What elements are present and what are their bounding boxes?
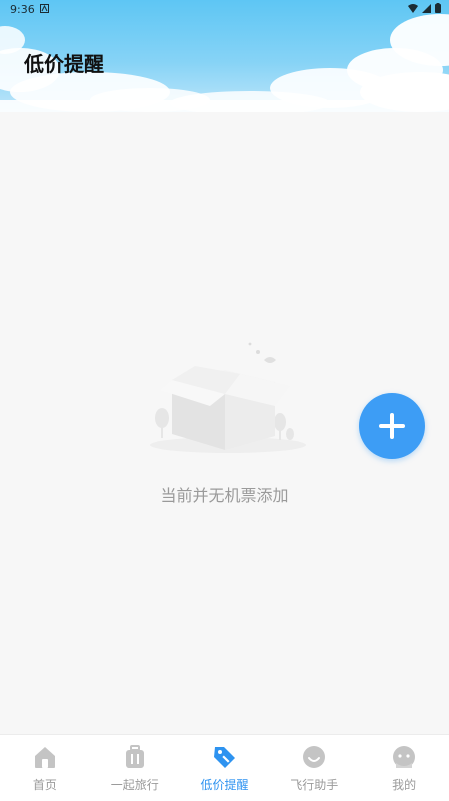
header: 9:36 低价提醒 (0, 0, 449, 112)
notification-icon (40, 4, 49, 13)
profile-face-icon (393, 746, 416, 768)
tab-travel-together[interactable]: 一起旅行 (90, 735, 180, 801)
tab-flight-assistant[interactable]: 飞行助手 (269, 735, 359, 801)
battery-icon (435, 3, 441, 13)
tab-mine[interactable]: 我的 (359, 735, 449, 801)
bottom-tab-bar: 首页 一起旅行 低价提醒 飞行助手 我的 (0, 734, 449, 801)
plus-icon (379, 413, 405, 439)
wifi-icon (408, 3, 418, 13)
empty-state-message: 当前并无机票添加 (160, 486, 289, 505)
empty-box-illustration (150, 342, 306, 453)
add-ticket-button[interactable] (359, 393, 425, 459)
luggage-icon (125, 745, 144, 768)
tab-price-alert[interactable]: 低价提醒 (180, 735, 270, 801)
tab-label: 低价提醒 (200, 778, 249, 792)
status-time: 9:36 (10, 3, 35, 16)
tab-home[interactable]: 首页 (0, 735, 90, 801)
signal-icon (422, 3, 431, 13)
tab-label: 首页 (32, 778, 57, 792)
status-bar: 9:36 (0, 0, 449, 20)
smile-face-icon (303, 746, 326, 768)
status-icons (408, 3, 441, 13)
tab-label: 我的 (392, 778, 417, 792)
price-tag-icon (214, 747, 236, 768)
home-icon (34, 747, 55, 768)
tab-label: 飞行助手 (290, 778, 339, 792)
tab-label: 一起旅行 (110, 778, 159, 792)
page-title: 低价提醒 (24, 52, 104, 76)
